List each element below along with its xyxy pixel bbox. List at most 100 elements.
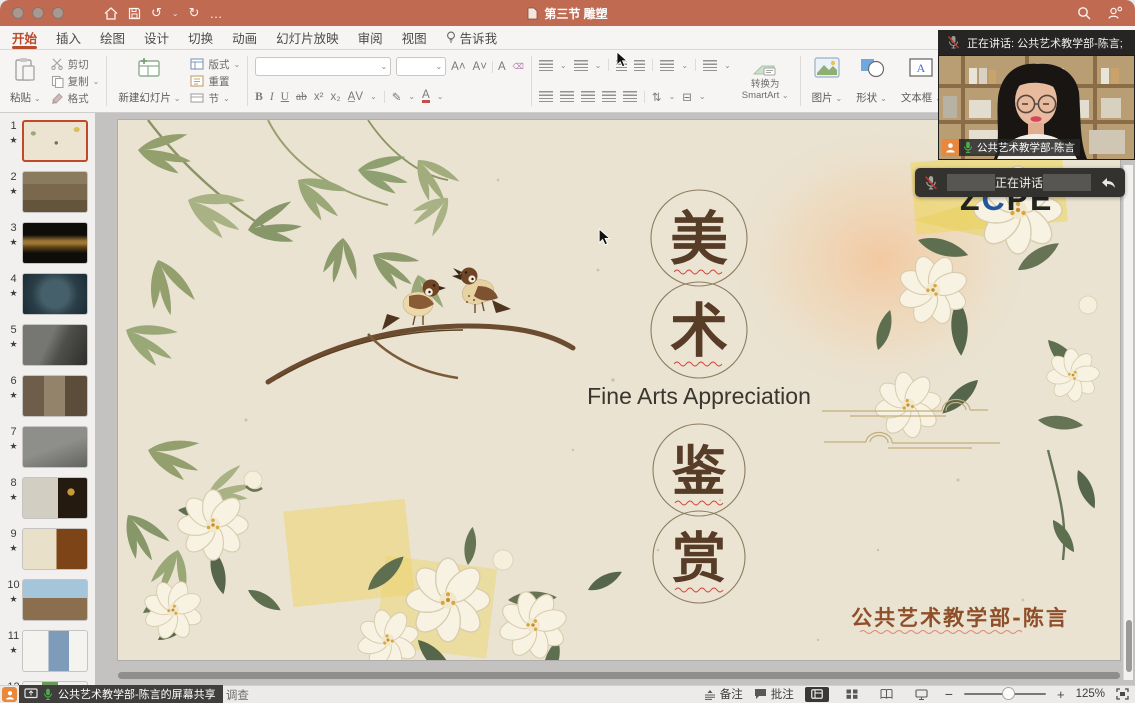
vertical-scrollbar-track[interactable] (1123, 165, 1133, 680)
share-contact-icon[interactable] (1107, 6, 1123, 20)
slide-editor[interactable]: ZCPE 美 术 鉴 赏 Fine Arts Appreciation 公共艺术… (118, 120, 1120, 660)
copy-button[interactable]: 复制⌄ (51, 73, 100, 89)
text-direction-button[interactable]: ⇅ (652, 88, 662, 105)
subscript-button[interactable]: x₂ (330, 91, 340, 103)
vertical-scrollbar-thumb[interactable] (1126, 620, 1132, 672)
meeting-app-icon[interactable] (2, 687, 17, 702)
redo-icon[interactable]: ↻ (189, 5, 200, 21)
bold-button[interactable]: B (255, 91, 263, 103)
slide-thumbnail-4[interactable]: 4★ (0, 273, 95, 317)
zoom-slider-handle[interactable] (1002, 687, 1015, 700)
zoom-window-button[interactable] (52, 7, 64, 19)
format-painter-button[interactable]: 格式 (51, 90, 100, 106)
columns-button[interactable] (703, 60, 717, 71)
home-icon[interactable] (104, 7, 118, 20)
convert-smartart-button[interactable]: 转换为SmartArt ⌄ (738, 57, 793, 105)
comments-button[interactable]: 批注 (754, 686, 794, 702)
align-right-button[interactable] (581, 91, 595, 102)
notes-button[interactable]: 备注 (704, 686, 743, 702)
close-window-button[interactable] (12, 7, 24, 19)
bullets-button[interactable] (539, 60, 553, 71)
new-slide-button[interactable]: 新建幻灯片 ⌄ (114, 54, 184, 108)
font-name-combo[interactable]: ⌄ (255, 57, 391, 76)
slide-thumbnail-2[interactable]: 2★ (0, 171, 95, 215)
numbering-button[interactable] (574, 60, 588, 71)
italic-button[interactable]: I (270, 91, 274, 103)
slide-11-preview[interactable] (22, 630, 88, 672)
normal-view-button[interactable] (805, 687, 829, 702)
slide-1-preview[interactable] (22, 120, 88, 162)
slide-thumbnail-10[interactable]: 10★ (0, 579, 95, 623)
shrink-font-icon[interactable]: A˅ (473, 61, 487, 73)
tab-slideshow[interactable]: 幻灯片放映 (276, 26, 339, 50)
zoom-in-button[interactable]: + (1057, 687, 1065, 702)
slide-thumbnail-8[interactable]: 8★ (0, 477, 95, 521)
slide-5-preview[interactable] (22, 324, 88, 366)
slide-3-preview[interactable] (22, 222, 88, 264)
reading-view-button[interactable] (875, 687, 899, 702)
highlight-button[interactable]: ✎ (392, 90, 402, 104)
cut-button[interactable]: 剪切 (51, 56, 100, 72)
slide-8-preview[interactable] (22, 477, 88, 519)
clear-formatting-icon[interactable]: A⌫ (498, 58, 524, 75)
minimize-window-button[interactable] (32, 7, 44, 19)
tab-animations[interactable]: 动画 (232, 26, 257, 50)
tab-review[interactable]: 审阅 (358, 26, 383, 50)
tab-home[interactable]: 开始 (12, 26, 37, 50)
zoom-slider[interactable] (964, 693, 1046, 695)
justify-button[interactable] (602, 91, 616, 102)
superscript-button[interactable]: x² (314, 91, 324, 103)
zoom-level[interactable]: 125% (1076, 688, 1105, 700)
screenshare-pill[interactable]: 公共艺术教学部-陈言的屏幕共享 (19, 685, 223, 703)
horizontal-scrollbar[interactable] (118, 672, 1120, 679)
slide-thumbnail-11[interactable]: 11★ (0, 630, 95, 674)
tab-draw[interactable]: 绘图 (100, 26, 125, 50)
font-color-button[interactable]: A (422, 90, 430, 103)
align-text-button[interactable]: ⊟ (682, 88, 692, 105)
reset-button[interactable]: 重置 (190, 73, 240, 89)
slide-2-preview[interactable] (22, 171, 88, 213)
increase-indent-button[interactable] (634, 60, 645, 71)
strikethrough-button[interactable]: ab (296, 91, 307, 103)
paste-button[interactable]: 粘贴 ⌄ (6, 54, 45, 108)
slide-thumbnail-7[interactable]: 7★ (0, 426, 95, 470)
slide-thumbnail-1[interactable]: 1★ (0, 120, 95, 164)
distribute-button[interactable] (623, 91, 637, 102)
slide-9-preview[interactable] (22, 528, 88, 570)
undo-icon[interactable]: ↺ (151, 5, 162, 21)
slideshow-view-button[interactable] (910, 687, 934, 702)
tab-tell-me[interactable]: 告诉我 (446, 26, 498, 50)
slide-thumbnail-9[interactable]: 9★ (0, 528, 95, 572)
align-center-button[interactable] (560, 91, 574, 102)
shapes-button[interactable]: 形状 ⌄ (852, 54, 891, 108)
font-size-combo[interactable]: ⌄ (396, 57, 446, 76)
undo-dropdown-icon[interactable]: ⌄ (172, 9, 179, 18)
picture-button[interactable]: 图片 ⌄ (808, 54, 847, 108)
slide-sorter-view-button[interactable] (840, 687, 864, 702)
grow-font-icon[interactable]: A˄ (451, 61, 465, 73)
zoom-out-button[interactable]: − (945, 686, 953, 702)
reply-arrow-icon[interactable] (1100, 176, 1116, 190)
slide-thumbnail-3[interactable]: 3★ (0, 222, 95, 266)
search-icon[interactable] (1077, 6, 1091, 20)
slide-6-preview[interactable] (22, 375, 88, 417)
line-spacing-button[interactable] (660, 60, 674, 71)
save-icon[interactable] (128, 7, 141, 20)
tab-view[interactable]: 视图 (402, 26, 427, 50)
participant-video[interactable]: 公共艺术教学部-陈言 (938, 55, 1135, 160)
underline-button[interactable]: U (281, 91, 289, 103)
slide-thumbnail-6[interactable]: 6★ (0, 375, 95, 419)
tab-design[interactable]: 设计 (144, 26, 169, 50)
layout-button[interactable]: 版式⌄ (190, 56, 240, 72)
section-button[interactable]: 节⌄ (190, 90, 240, 106)
fit-to-window-icon[interactable] (1116, 688, 1129, 700)
slide-thumbnail-5[interactable]: 5★ (0, 324, 95, 368)
slide-4-preview[interactable] (22, 273, 88, 315)
slide-10-preview[interactable] (22, 579, 88, 621)
more-commands-icon[interactable]: … (210, 6, 223, 21)
tab-transitions[interactable]: 切换 (188, 26, 213, 50)
tab-insert[interactable]: 插入 (56, 26, 81, 50)
speaking-toast[interactable]: 正在讲话: 公共艺术教学部... (915, 168, 1125, 197)
slide-7-preview[interactable] (22, 426, 88, 468)
kerning-button[interactable]: A̲V (348, 91, 363, 103)
